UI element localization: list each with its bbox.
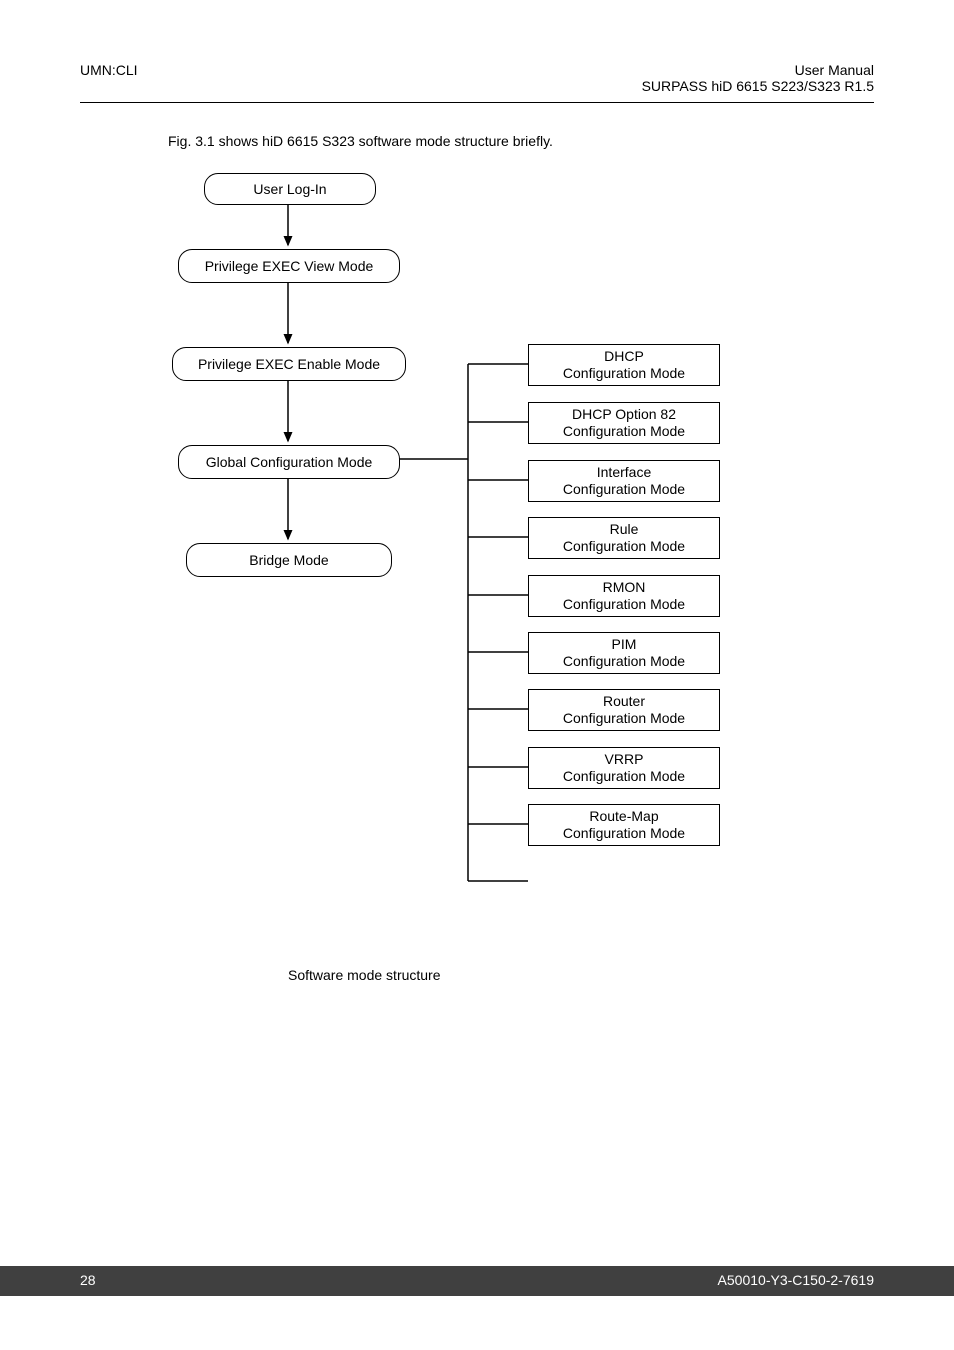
node-dhcp-config: DHCP Configuration Mode xyxy=(528,344,720,386)
header-right-line2: SURPASS hiD 6615 S223/S323 R1.5 xyxy=(642,78,874,94)
node-vrrp-l1: VRRP xyxy=(605,751,644,769)
header-right: User Manual SURPASS hiD 6615 S223/S323 R… xyxy=(642,62,874,94)
node-interface-config: Interface Configuration Mode xyxy=(528,460,720,502)
mode-structure-diagram: User Log-In Privilege EXEC View Mode Pri… xyxy=(168,167,738,907)
node-bridge-label: Bridge Mode xyxy=(249,552,328,568)
header-left: UMN:CLI xyxy=(80,62,138,94)
node-rule-config: Rule Configuration Mode xyxy=(528,517,720,559)
node-pim-l1: PIM xyxy=(612,636,637,654)
node-rule-l1: Rule xyxy=(610,521,639,539)
node-global-config-label: Global Configuration Mode xyxy=(206,454,373,470)
node-dhcp-l2: Configuration Mode xyxy=(563,365,685,383)
node-routemap-config: Route-Map Configuration Mode xyxy=(528,804,720,846)
page-footer: 28 A50010-Y3-C150-2-7619 xyxy=(80,1272,874,1288)
node-vrrp-config: VRRP Configuration Mode xyxy=(528,747,720,789)
node-iface-l1: Interface xyxy=(597,464,651,482)
node-rmon-config: RMON Configuration Mode xyxy=(528,575,720,617)
node-router-l1: Router xyxy=(603,693,645,711)
node-pim-config: PIM Configuration Mode xyxy=(528,632,720,674)
node-rmon-l2: Configuration Mode xyxy=(563,596,685,614)
node-user-login-label: User Log-In xyxy=(253,181,326,197)
node-priv-exec-view: Privilege EXEC View Mode xyxy=(178,249,400,283)
node-priv-enable-label: Privilege EXEC Enable Mode xyxy=(198,356,380,372)
footer-page-number: 28 xyxy=(80,1272,96,1288)
node-iface-l2: Configuration Mode xyxy=(563,481,685,499)
node-router-l2: Configuration Mode xyxy=(563,710,685,728)
node-user-login: User Log-In xyxy=(204,173,376,205)
node-dhcp82-l2: Configuration Mode xyxy=(563,423,685,441)
node-pim-l2: Configuration Mode xyxy=(563,653,685,671)
node-dhcp82-config: DHCP Option 82 Configuration Mode xyxy=(528,402,720,444)
footer-doc-id: A50010-Y3-C150-2-7619 xyxy=(718,1272,874,1288)
node-rule-l2: Configuration Mode xyxy=(563,538,685,556)
node-global-config: Global Configuration Mode xyxy=(178,445,400,479)
node-routemap-l2: Configuration Mode xyxy=(563,825,685,843)
node-dhcp82-l1: DHCP Option 82 xyxy=(572,406,676,424)
figure-caption: Software mode structure xyxy=(288,967,954,983)
node-dhcp-l1: DHCP xyxy=(604,348,644,366)
node-bridge-mode: Bridge Mode xyxy=(186,543,392,577)
node-vrrp-l2: Configuration Mode xyxy=(563,768,685,786)
header-right-line1: User Manual xyxy=(642,62,874,78)
node-router-config: Router Configuration Mode xyxy=(528,689,720,731)
node-routemap-l1: Route-Map xyxy=(589,808,658,826)
header-rule xyxy=(80,102,874,103)
page-header: UMN:CLI User Manual SURPASS hiD 6615 S22… xyxy=(0,0,954,94)
node-priv-exec-enable: Privilege EXEC Enable Mode xyxy=(172,347,406,381)
node-rmon-l1: RMON xyxy=(603,579,646,597)
node-priv-view-label: Privilege EXEC View Mode xyxy=(205,258,374,274)
intro-text: Fig. 3.1 shows hiD 6615 S323 software mo… xyxy=(168,133,954,149)
